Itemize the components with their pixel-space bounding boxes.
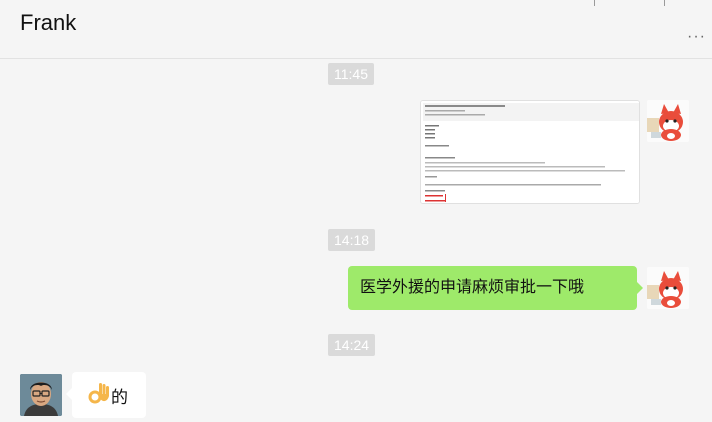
- chat-header: Frank ···: [0, 0, 712, 59]
- my-message-bubble[interactable]: 医学外援的申请麻烦审批一下哦: [348, 266, 643, 310]
- more-dots-icon[interactable]: ···: [687, 28, 706, 46]
- ok-hand-emoji: [88, 383, 109, 404]
- chat-title: Frank: [20, 10, 77, 35]
- chat-window: Frank ··· 11:45 14:18 医学外援的申请麻烦审批一下哦 14:…: [0, 0, 712, 422]
- document-screenshot-thumbnail: [421, 101, 639, 203]
- timestamp: 11:45: [328, 63, 374, 85]
- window-edge-mark: [594, 0, 595, 6]
- my-avatar[interactable]: [647, 267, 689, 309]
- message-text: 的: [111, 387, 128, 407]
- timestamp: 14:24: [328, 334, 376, 356]
- image-message[interactable]: [420, 100, 640, 204]
- cartoon-man-avatar-icon: [20, 374, 62, 416]
- my-avatar[interactable]: [647, 100, 689, 142]
- frank-message-bubble[interactable]: 的: [66, 372, 146, 418]
- cartoon-fox-avatar-icon: [647, 100, 689, 142]
- cartoon-fox-avatar-icon: [647, 267, 689, 309]
- frank-avatar[interactable]: [20, 374, 62, 416]
- timestamp: 14:18: [328, 229, 376, 251]
- window-edge-mark: [664, 0, 665, 6]
